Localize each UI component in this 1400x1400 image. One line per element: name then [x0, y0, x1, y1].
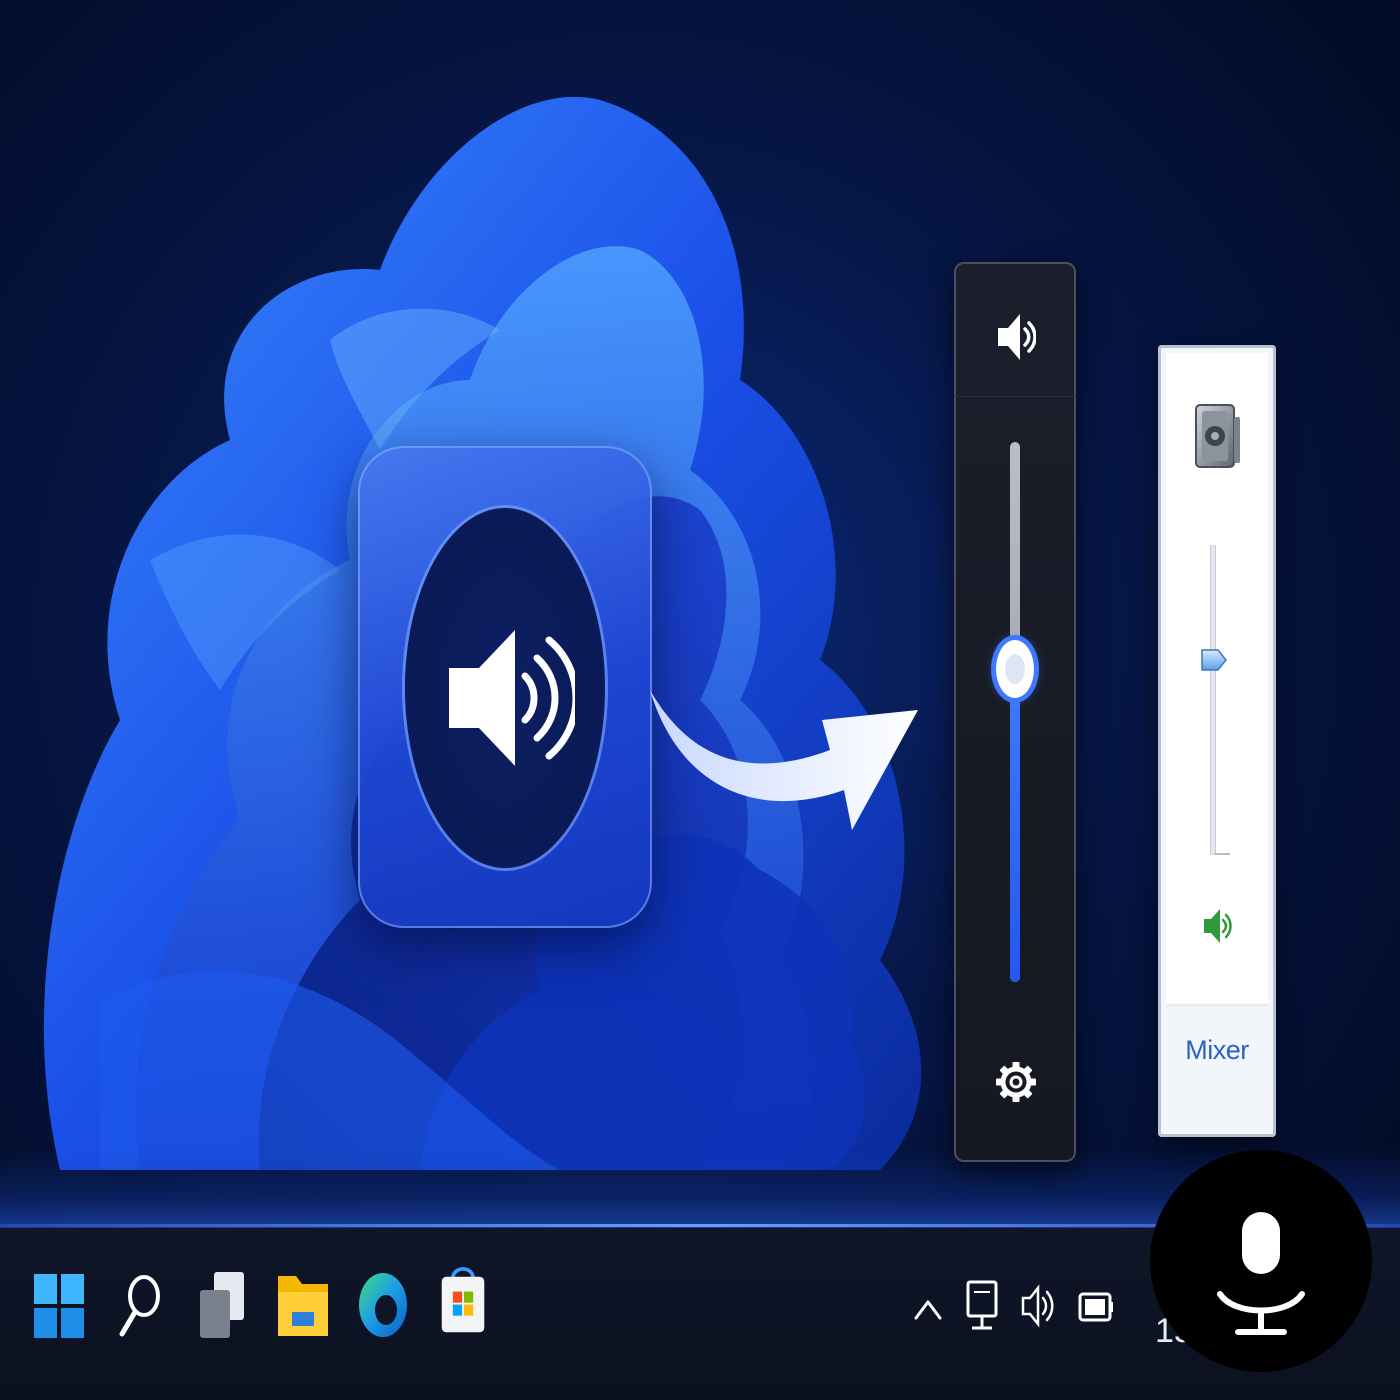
network-icon[interactable] [964, 1276, 1000, 1336]
gear-icon[interactable] [996, 1052, 1036, 1112]
search-icon[interactable] [114, 1268, 168, 1342]
speaker-green-icon[interactable] [1202, 903, 1232, 949]
volume-slider-thumb[interactable] [996, 639, 1034, 698]
speakers-device-icon[interactable] [1192, 397, 1242, 477]
speaker-tile [358, 446, 652, 928]
store-icon[interactable] [436, 1262, 490, 1336]
speaker-volume-icon [449, 630, 575, 766]
legacy-volume-thumb[interactable] [1200, 647, 1228, 673]
legacy-track-end [1214, 853, 1230, 855]
volume-slider-fill [1010, 668, 1020, 982]
volume-flyout-modern [954, 262, 1076, 1162]
windows-logo-icon[interactable] [32, 1268, 86, 1342]
volume-flyout-legacy: Mixer [1158, 345, 1276, 1137]
speaker-circle [405, 508, 605, 868]
mixer-divider [1166, 1005, 1268, 1006]
task-view-icon[interactable] [196, 1268, 250, 1342]
mixer-link[interactable]: Mixer [1158, 1035, 1276, 1066]
volume-icon[interactable] [1020, 1276, 1056, 1336]
flyout-divider [954, 396, 1076, 397]
microphone-button[interactable] [1150, 1150, 1372, 1372]
chevron-up-icon[interactable] [910, 1280, 946, 1340]
desktop-screen: Mixer [0, 0, 1400, 1400]
battery-icon[interactable] [1078, 1276, 1114, 1336]
microphone-icon [1217, 1212, 1305, 1335]
legacy-volume-track[interactable] [1210, 545, 1216, 855]
edge-icon[interactable] [356, 1268, 410, 1342]
curved-arrow-icon [650, 690, 918, 830]
speaker-icon [998, 314, 1036, 360]
folder-icon[interactable] [276, 1268, 330, 1342]
